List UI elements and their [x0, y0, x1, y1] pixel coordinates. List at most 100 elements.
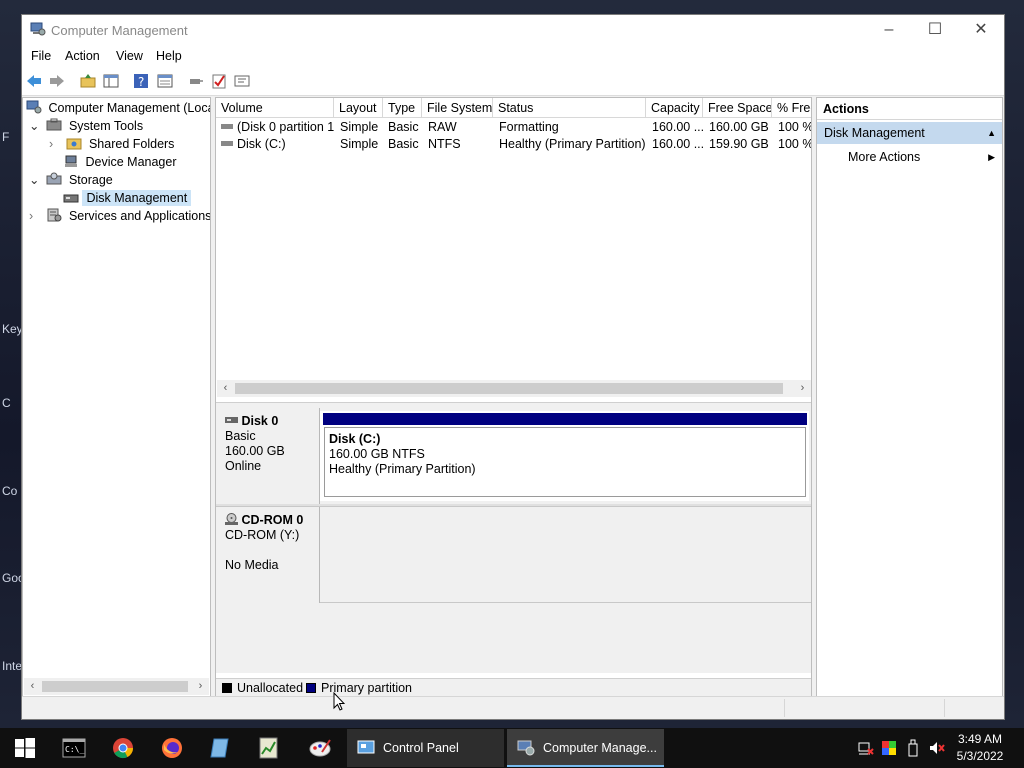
- tree-item-computer-management[interactable]: Computer Management (Local: [26, 99, 210, 117]
- network-icon[interactable]: [858, 740, 874, 756]
- legend: Unallocated Primary partition: [216, 678, 811, 696]
- check-icon[interactable]: [210, 72, 228, 90]
- cell-free-space: 160.00 GB: [709, 120, 769, 134]
- storage-icon: [46, 172, 62, 185]
- column-header-percent-free[interactable]: % Free: [772, 98, 811, 118]
- menu-action[interactable]: Action: [65, 49, 100, 63]
- volume-icon: [221, 119, 235, 136]
- paint-icon[interactable]: [308, 736, 332, 760]
- navigation-tree: Computer Management (Local ⌄ System Tool…: [22, 97, 211, 697]
- properties-view-icon[interactable]: [156, 72, 174, 90]
- scrollbar-thumb[interactable]: [235, 383, 783, 394]
- volume-list-horizontal-scrollbar[interactable]: ‹ ›: [217, 380, 811, 397]
- scrollbar-thumb[interactable]: [42, 681, 188, 692]
- chart-editor-icon[interactable]: [257, 736, 281, 760]
- scroll-right-icon[interactable]: ›: [192, 678, 209, 695]
- usb-drive-icon[interactable]: [906, 739, 920, 757]
- cell-capacity: 160.00 ...: [652, 120, 703, 134]
- tree-label: Services and Applications: [68, 209, 211, 223]
- volume-muted-icon[interactable]: [928, 740, 946, 756]
- command-prompt-icon[interactable]: C:\_: [62, 736, 86, 760]
- cdrom-0-info[interactable]: CD-ROM 0 CD-ROM (Y:) No Media: [216, 507, 320, 603]
- cdrom-0-name: CD-ROM 0: [241, 513, 304, 527]
- menu-help[interactable]: Help: [156, 49, 182, 63]
- tree-item-device-manager[interactable]: Device Manager: [63, 153, 180, 171]
- table-row[interactable]: Disk (C:) Simple Basic NTFS Healthy (Pri…: [216, 136, 811, 153]
- tree-item-shared-folders[interactable]: › Shared Folders: [49, 135, 177, 153]
- show-hide-tree-icon[interactable]: [102, 72, 120, 90]
- actions-section-disk-management[interactable]: Disk Management ▲: [817, 122, 1002, 144]
- partition-name: Disk (C:): [329, 432, 381, 446]
- actions-pane: Actions Disk Management ▲ More Actions ▶: [816, 97, 1003, 697]
- tree-label: Shared Folders: [88, 137, 175, 151]
- chevron-down-icon[interactable]: ⌄: [29, 171, 43, 189]
- disk-0-partition[interactable]: Disk (C:) 160.00 GB NTFS Healthy (Primar…: [320, 411, 809, 501]
- firefox-icon[interactable]: [160, 736, 184, 760]
- cell-file-system: RAW: [428, 120, 457, 134]
- windows-start-icon[interactable]: [13, 736, 37, 760]
- tree-item-system-tools[interactable]: ⌄ System Tools: [29, 117, 146, 135]
- computer-management-icon: [30, 22, 46, 36]
- cell-status: Formatting: [499, 120, 559, 134]
- cell-volume: (Disk 0 partition 1): [237, 120, 334, 134]
- menu-view[interactable]: View: [116, 49, 143, 63]
- shared-folders-icon: [66, 138, 82, 150]
- connect-icon[interactable]: [187, 72, 205, 90]
- close-button[interactable]: ✕: [958, 15, 1004, 45]
- cell-free-space: 159.90 GB: [709, 137, 769, 151]
- column-header-status[interactable]: Status: [493, 98, 646, 118]
- scroll-left-icon[interactable]: ‹: [24, 678, 41, 695]
- title-bar[interactable]: Computer Management – ☐ ✕: [22, 15, 1004, 45]
- list-view-icon[interactable]: [233, 72, 251, 90]
- column-header-type[interactable]: Type: [383, 98, 422, 118]
- help-icon[interactable]: ?: [132, 72, 150, 90]
- svg-text:C:\_: C:\_: [65, 745, 84, 754]
- column-header-layout[interactable]: Layout: [334, 98, 383, 118]
- actions-header: Actions: [817, 98, 1002, 120]
- menu-file[interactable]: File: [31, 49, 51, 63]
- legend-unallocated: Unallocated: [222, 679, 303, 696]
- taskbar-computer-management[interactable]: Computer Manage...: [507, 729, 664, 767]
- chevron-right-icon[interactable]: ›: [29, 207, 43, 225]
- more-actions-item[interactable]: More Actions ▶: [817, 147, 1002, 167]
- cdrom-0-drive: CD-ROM (Y:): [225, 528, 300, 542]
- scroll-right-icon[interactable]: ›: [794, 380, 811, 397]
- tree-label: System Tools: [68, 119, 144, 133]
- partition-size: 160.00 GB NTFS: [329, 447, 425, 461]
- up-folder-icon[interactable]: [79, 72, 97, 90]
- control-panel-icon: [357, 740, 375, 754]
- cdrom-0-area[interactable]: [320, 507, 811, 603]
- column-header-capacity[interactable]: Capacity: [646, 98, 703, 118]
- computer-management-icon: [517, 740, 535, 756]
- column-header-free-space[interactable]: Free Space: [703, 98, 772, 118]
- maximize-button[interactable]: ☐: [912, 15, 958, 45]
- collapse-up-icon[interactable]: ▲: [987, 122, 996, 144]
- color-display-icon[interactable]: [881, 740, 897, 756]
- column-header-file-system[interactable]: File System: [422, 98, 493, 118]
- table-row[interactable]: (Disk 0 partition 1) Simple Basic RAW Fo…: [216, 119, 811, 136]
- legend-primary-partition: Primary partition: [306, 679, 412, 696]
- cell-type: Basic: [388, 120, 419, 134]
- chevron-down-icon[interactable]: ⌄: [29, 117, 43, 135]
- taskbar-control-panel[interactable]: Control Panel: [347, 729, 504, 767]
- notepad-icon[interactable]: [208, 736, 232, 760]
- tree-item-storage[interactable]: ⌄ Storage: [29, 171, 116, 189]
- tree-horizontal-scrollbar[interactable]: ‹ ›: [24, 678, 209, 695]
- chevron-right-icon[interactable]: ›: [49, 135, 63, 153]
- minimize-button[interactable]: –: [866, 15, 912, 45]
- disk-0-info[interactable]: Disk 0 Basic 160.00 GB Online: [216, 408, 320, 504]
- tree-label: Storage: [68, 173, 113, 187]
- disk-0-size: 160.00 GB: [225, 444, 285, 458]
- cdrom-0-media: No Media: [225, 558, 279, 572]
- tree-item-disk-management[interactable]: Disk Management: [63, 189, 192, 207]
- scroll-left-icon[interactable]: ‹: [217, 380, 234, 397]
- back-arrow-icon[interactable]: [25, 72, 43, 90]
- column-header-volume[interactable]: Volume: [216, 98, 334, 118]
- disk-graphical-view: Disk 0 Basic 160.00 GB Online Disk (C:) …: [216, 408, 811, 673]
- primary-partition-bar: [323, 413, 807, 425]
- clock[interactable]: 3:49 AM 5/3/2022: [950, 731, 1010, 765]
- partition-box[interactable]: Disk (C:) 160.00 GB NTFS Healthy (Primar…: [324, 427, 806, 497]
- chrome-icon[interactable]: [111, 736, 135, 760]
- forward-arrow-icon[interactable]: [48, 72, 66, 90]
- tree-item-services-and-applications[interactable]: › Services and Applications: [29, 207, 211, 225]
